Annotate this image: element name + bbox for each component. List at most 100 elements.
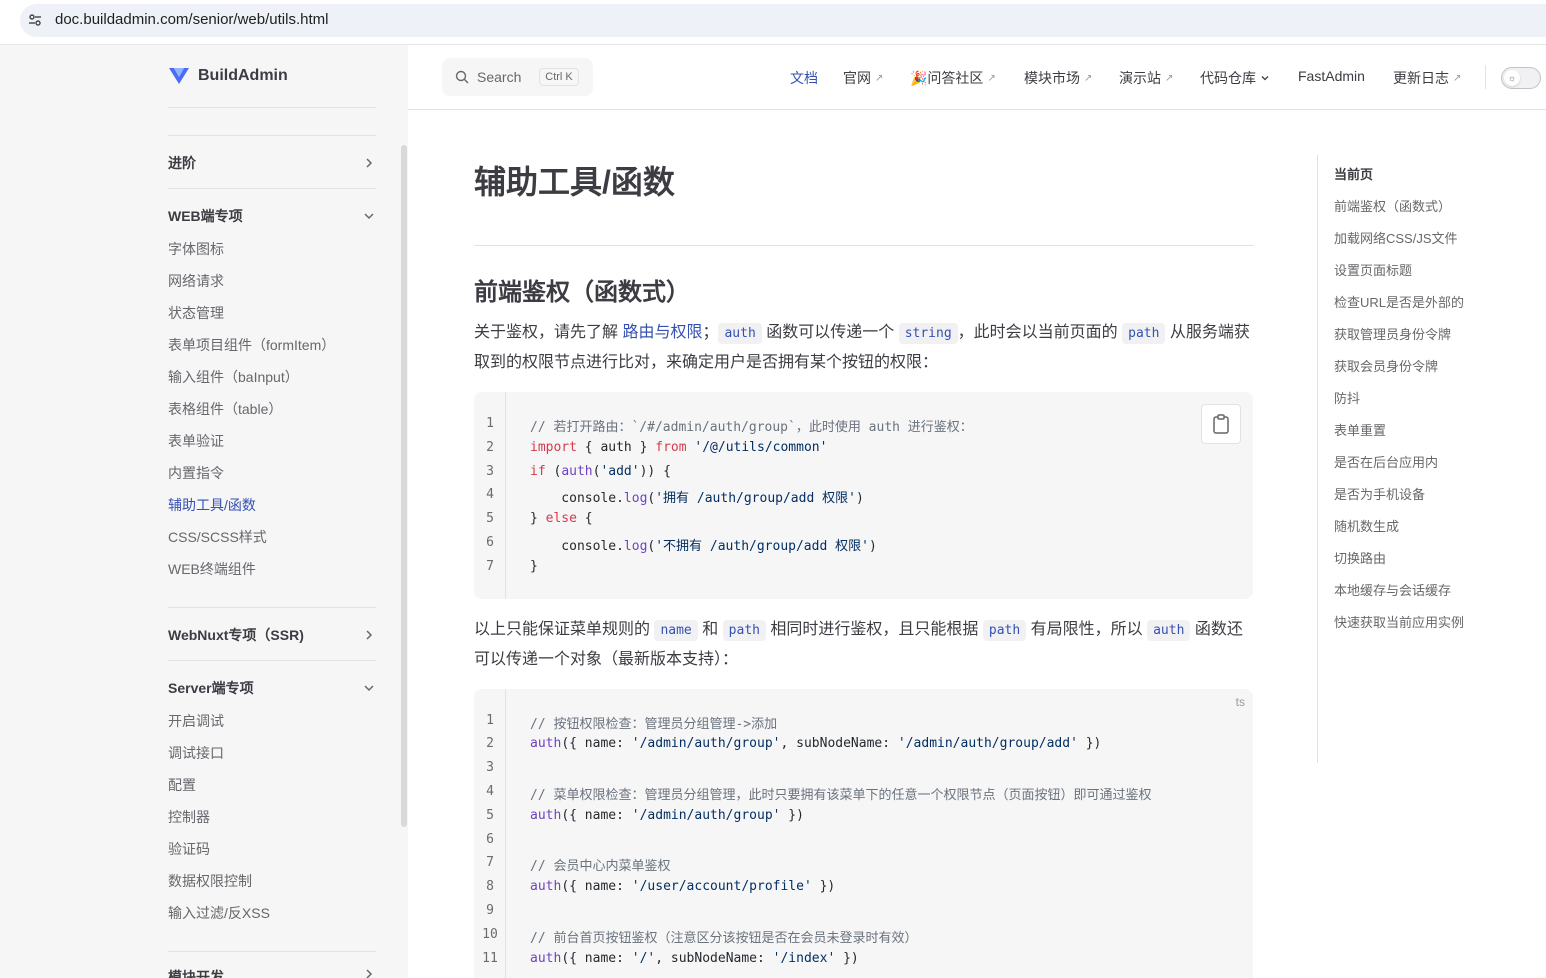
- theme-toggle[interactable]: ☼: [1501, 67, 1541, 89]
- nav-fastadmin[interactable]: FastAdmin: [1298, 68, 1365, 84]
- sidebar-scrollbar[interactable]: [401, 145, 407, 827]
- toc-item[interactable]: 防抖: [1334, 388, 1360, 407]
- line-number: 3: [486, 464, 494, 479]
- toc-item[interactable]: 本地缓存与会话缓存: [1334, 580, 1451, 599]
- sidebar-section-advanced[interactable]: 进阶: [168, 153, 376, 173]
- sidebar-item-data-permission[interactable]: 数据权限控制: [168, 871, 252, 891]
- sidebar-section-server[interactable]: Server端专项: [168, 678, 376, 698]
- toc-item[interactable]: 切换路由: [1334, 548, 1386, 567]
- sidebar-item-directives[interactable]: 内置指令: [168, 463, 224, 483]
- nav-demo[interactable]: 演示站 ↗: [1119, 68, 1173, 88]
- toc-item[interactable]: 获取管理员身份令牌: [1334, 324, 1451, 343]
- search-icon: [455, 70, 469, 84]
- toc-item[interactable]: 是否在后台应用内: [1334, 452, 1438, 471]
- sidebar-item-formitem[interactable]: 表单项目组件（formItem）: [168, 335, 335, 355]
- nav-module-market[interactable]: 模块市场 ↗: [1024, 68, 1092, 88]
- toc-item[interactable]: 随机数生成: [1334, 516, 1399, 535]
- external-link-icon: ↗: [1084, 72, 1093, 84]
- toc-item[interactable]: 前端鉴权（函数式）: [1334, 196, 1451, 215]
- chevron-right-icon: [366, 630, 373, 640]
- code-line: }: [530, 559, 538, 574]
- sidebar-item-config[interactable]: 配置: [168, 775, 196, 795]
- divider: [168, 135, 376, 136]
- nav-docs[interactable]: 文档: [790, 68, 818, 88]
- sidebar-item-terminal[interactable]: WEB终端组件: [168, 559, 256, 579]
- nav-label: 演示站: [1119, 70, 1161, 86]
- clipboard-icon: [1213, 414, 1229, 434]
- sidebar-item-debug[interactable]: 开启调试: [168, 711, 224, 731]
- code-line: // 前台首页按钮鉴权（注意区分该按钮是否在会员未登录时有效）: [530, 931, 918, 946]
- code-line: } else {: [530, 511, 593, 526]
- nav-label: 更新日志: [1393, 70, 1449, 86]
- sidebar-item-captcha[interactable]: 验证码: [168, 839, 210, 859]
- code-line: // 菜单权限检查：管理员分组管理，此时只要拥有该菜单下的任意一个权限节点（页面…: [530, 788, 1152, 803]
- section-title: 进阶: [168, 155, 196, 171]
- external-link-icon: ↗: [987, 72, 996, 84]
- link-route-permission[interactable]: 路由与权限: [622, 324, 702, 341]
- toc-title: 当前页: [1334, 167, 1374, 182]
- line-number: 4: [486, 784, 494, 799]
- nav-community[interactable]: 🎉问答社区 ↗: [910, 68, 996, 88]
- text: 关于鉴权，请先了解: [474, 324, 623, 341]
- sidebar-item-css[interactable]: CSS/SCSS样式: [168, 527, 267, 547]
- divider: [168, 660, 376, 661]
- sidebar-section-module[interactable]: 模块开发: [168, 967, 376, 978]
- chevron-down-icon: [1261, 76, 1269, 81]
- code-line: console.log('不拥有 /auth/group/add 权限'): [530, 539, 877, 554]
- copy-code-button[interactable]: [1201, 404, 1241, 444]
- code-language-label: ts: [1235, 695, 1245, 709]
- site-logo[interactable]: BuildAdmin: [168, 67, 288, 85]
- sidebar-item-form-validation[interactable]: 表单验证: [168, 431, 224, 451]
- paragraph-auth-intro: 关于鉴权，请先了解 路由与权限； auth 函数可以传递一个 string ，此时会…: [474, 318, 1254, 377]
- sidebar-item-state-management[interactable]: 状态管理: [168, 303, 224, 323]
- site-settings-icon[interactable]: [27, 12, 43, 28]
- sidebar-item-utils[interactable]: 辅助工具/函数: [168, 495, 256, 515]
- toc-item[interactable]: 快速获取当前应用实例: [1334, 612, 1464, 631]
- sidebar-item-table[interactable]: 表格组件（table）: [168, 399, 282, 419]
- sidebar: BuildAdmin 进阶 WEB端专项 字体图标 网络请求 状态管理 表单项目…: [0, 45, 408, 978]
- line-number: 2: [486, 736, 494, 751]
- search-button[interactable]: Search Ctrl K: [442, 58, 593, 96]
- inline-code: auth: [718, 323, 762, 344]
- line-number: 6: [486, 535, 494, 550]
- sidebar-item-controller[interactable]: 控制器: [168, 807, 210, 827]
- sidebar-item-bainput[interactable]: 输入组件（baInput）: [168, 367, 299, 387]
- divider: [168, 188, 376, 189]
- sun-icon: ☼: [1504, 70, 1520, 86]
- sidebar-section-web[interactable]: WEB端专项: [168, 206, 376, 226]
- code-line: auth({ name: '/user/account/profile' }): [530, 879, 836, 894]
- section-title: WebNuxt专项（SSR): [168, 627, 304, 643]
- nav-code-repo[interactable]: 代码仓库: [1200, 68, 1270, 88]
- inline-code: path: [1122, 323, 1166, 344]
- code-line: auth({ name: '/admin/auth/group' }): [530, 808, 804, 823]
- sidebar-item-font-icons[interactable]: 字体图标: [168, 239, 224, 259]
- page-title: 辅助工具/函数: [474, 164, 675, 200]
- url-text[interactable]: doc.buildadmin.com/senior/web/utils.html: [55, 11, 328, 28]
- line-number: 5: [486, 511, 494, 526]
- section-title: WEB端专项: [168, 208, 243, 224]
- sidebar-item-xss-filter[interactable]: 输入过滤/反XSS: [168, 903, 270, 923]
- line-number: 3: [486, 760, 494, 775]
- external-link-icon: ↗: [1165, 72, 1174, 84]
- divider: [474, 245, 1254, 246]
- top-navigation: Search Ctrl K 文档 官网 ↗ 🎉问答社区 ↗ 模块市场 ↗ 演示站…: [408, 45, 1546, 110]
- toc-item[interactable]: 加载网络CSS/JS文件: [1334, 228, 1458, 247]
- sidebar-section-webnuxt[interactable]: WebNuxt专项（SSR): [168, 625, 376, 645]
- line-number: 2: [486, 440, 494, 455]
- line-number: 11: [482, 951, 498, 966]
- toc-item[interactable]: 检查URL是否是外部的: [1334, 292, 1464, 311]
- search-shortcut: Ctrl K: [539, 68, 579, 86]
- code-line: console.log('拥有 /auth/group/add 权限'): [530, 491, 864, 506]
- nav-changelog[interactable]: 更新日志 ↗: [1393, 68, 1461, 88]
- toc-item[interactable]: 表单重置: [1334, 420, 1386, 439]
- sidebar-item-debug-api[interactable]: 调试接口: [168, 743, 224, 763]
- toc-item[interactable]: 获取会员身份令牌: [1334, 356, 1438, 375]
- toc-item[interactable]: 是否为手机设备: [1334, 484, 1425, 503]
- toc-item[interactable]: 设置页面标题: [1334, 260, 1412, 279]
- section-title: Server端专项: [168, 680, 254, 696]
- nav-official-site[interactable]: 官网 ↗: [843, 68, 883, 88]
- text: 函数可以传递一个: [761, 324, 899, 341]
- line-number: 1: [486, 713, 494, 728]
- text: ，此时会以当前页面的: [957, 324, 1123, 341]
- sidebar-item-network-request[interactable]: 网络请求: [168, 271, 224, 291]
